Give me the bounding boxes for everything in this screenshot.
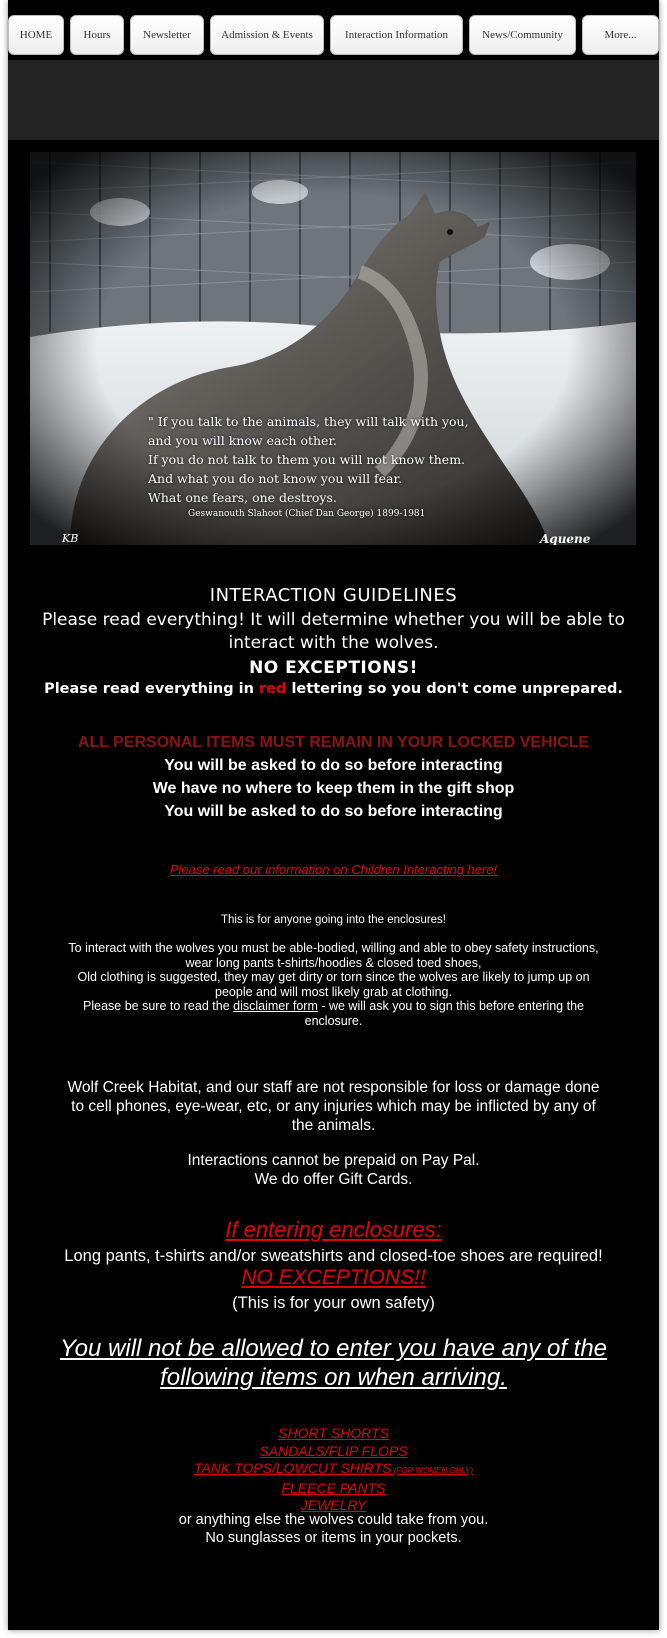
items-footer: or anything else the wolves could take f… bbox=[178, 1512, 489, 1546]
nav-interaction-information[interactable]: Interaction Information bbox=[330, 15, 463, 55]
list-item: SHORT SHORTS bbox=[278, 1425, 389, 1441]
guidelines-intro: Please read everything! It will determin… bbox=[42, 610, 625, 653]
personal-items-line: You will be asked to do so before intera… bbox=[164, 803, 503, 820]
hero-wolf-image: " If you talk to the animals, they will … bbox=[30, 152, 636, 545]
children-interacting-link[interactable]: Please read our information on Children … bbox=[8, 862, 659, 877]
wolf-name-signature: Aquene bbox=[540, 532, 591, 545]
personal-items-heading: ALL PERSONAL ITEMS MUST REMAIN IN YOUR L… bbox=[77, 734, 590, 751]
payment-info: Interactions cannot be prepaid on Pay Pa… bbox=[187, 1152, 480, 1188]
prohibited-items-list: SHORT SHORTS SANDALS/FLIP FLOPS TANK TOP… bbox=[8, 1425, 659, 1515]
photographer-signature: KB bbox=[62, 532, 79, 545]
nav-newsletter[interactable]: Newsletter bbox=[130, 15, 204, 55]
personal-items-line: You will be asked to do so before intera… bbox=[164, 757, 503, 774]
enclosure-requirements: To interact with the wolves you must be … bbox=[68, 941, 599, 1028]
disclaimer-form-link[interactable]: disclaimer form bbox=[233, 999, 318, 1013]
nav-hours[interactable]: Hours bbox=[70, 15, 124, 55]
list-item: FLEECE PANTS bbox=[281, 1479, 386, 1496]
clothing-required: Long pants, t-shirts and/or sweatshirts … bbox=[64, 1247, 603, 1265]
no-exceptions-heading: NO EXCEPTIONS! bbox=[249, 658, 418, 678]
read-red-notice: Please read everything in red lettering … bbox=[44, 681, 623, 697]
list-item: TANK TOPS/LOWCUT SHIRTS (FOR WOMEN ONLY) bbox=[193, 1460, 474, 1476]
nav-more[interactable]: More... bbox=[582, 15, 659, 55]
nav-news-community[interactable]: News/Community bbox=[469, 15, 576, 55]
nav-admission-events[interactable]: Admission & Events bbox=[210, 15, 324, 55]
quote-attribution: Geswanouth Slahoot (Chief Dan George) 18… bbox=[188, 509, 426, 519]
liability-text: Wolf Creek Habitat, and our staff are no… bbox=[67, 1079, 600, 1134]
quote-line: What one fears, one destroys. bbox=[148, 490, 337, 505]
nav-home[interactable]: HOME bbox=[8, 15, 64, 55]
enclosure-note: This is for anyone going into the enclos… bbox=[220, 914, 447, 926]
personal-items-line: We have no where to keep them in the gif… bbox=[152, 780, 515, 797]
red-word: red bbox=[259, 681, 287, 697]
not-allowed-heading: You will not be allowed to enter you hav… bbox=[59, 1335, 608, 1391]
top-nav: HOME Hours Newsletter Admission & Events… bbox=[0, 0, 667, 60]
wolf-quote: " If you talk to the animals, they will … bbox=[148, 412, 488, 520]
guidelines-title: INTERACTION GUIDELINES bbox=[209, 585, 458, 606]
no-exceptions-banner: NO EXCEPTIONS!! bbox=[241, 1266, 426, 1289]
header-banner bbox=[8, 60, 659, 140]
safety-note: (This is for your own safety) bbox=[232, 1294, 435, 1312]
quote-line: And what you do not know you will fear. bbox=[148, 471, 403, 486]
quote-line: and you will know each other. bbox=[148, 433, 338, 448]
quote-line: " If you talk to the animals, they will … bbox=[148, 414, 469, 429]
list-item: SANDALS/FLIP FLOPS bbox=[259, 1442, 408, 1459]
quote-line: If you do not talk to them you will not … bbox=[148, 452, 466, 467]
entering-enclosures-heading: If entering enclosures: bbox=[225, 1217, 442, 1242]
